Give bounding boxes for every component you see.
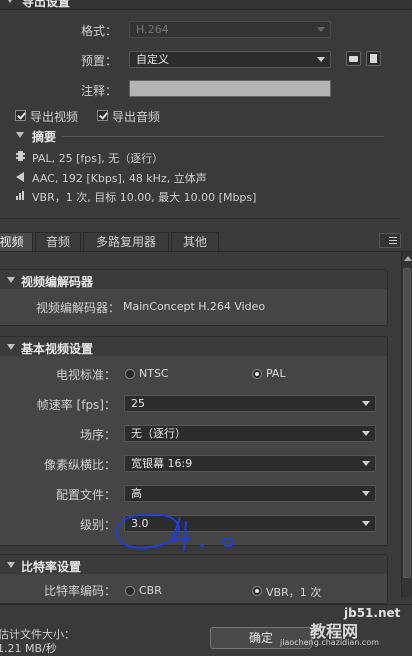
format-label: 格式： [80, 24, 117, 38]
tab-audio[interactable]: 音频 [35, 232, 81, 251]
film-icon [16, 151, 25, 161]
tab-video[interactable]: 视频 [0, 232, 33, 251]
summary-toggle-icon[interactable] [16, 132, 24, 138]
field-order-select[interactable]: 无（逐行） [124, 425, 376, 442]
save-preset-button[interactable] [346, 51, 361, 66]
export-video-label: 导出视频 [30, 110, 79, 124]
frame-rate-label: 帧速率 [fps]： [36, 398, 116, 412]
import-preset-button[interactable] [366, 51, 381, 66]
profile-select[interactable]: 高 [124, 485, 376, 502]
export-video-checkbox[interactable] [15, 110, 26, 121]
handwritten-annotation [115, 512, 234, 552]
scrollbar[interactable] [401, 252, 412, 597]
preset-select[interactable]: 自定义 [129, 51, 331, 68]
chevron-down-icon [362, 401, 370, 406]
export-settings-header: 导出设置 [0, 0, 412, 10]
ok-button-label: 确定 [248, 631, 273, 645]
field-order-value: 无（逐行） [131, 427, 186, 440]
speaker-icon [16, 172, 24, 182]
watermark: jb51.net 教程网 jiaocheng.chazidian.com [280, 606, 412, 648]
chevron-down-icon[interactable] [6, 0, 14, 3]
watermark-url: jiaocheng.chazidian.com [280, 638, 380, 647]
format-select[interactable]: H.264 [129, 21, 331, 38]
tab-video-label: 视频 [0, 235, 24, 249]
field-order-label: 场序： [79, 428, 116, 442]
vbr-label: VBR，1 次 [266, 586, 322, 599]
tab-multiplexer[interactable]: 多路复用器 [83, 232, 169, 251]
preset-label: 预置： [80, 54, 117, 68]
pixel-aspect-value: 宽银幕 16:9 [131, 457, 193, 470]
basic-video-section-title: 基本视频设置 [21, 342, 94, 356]
export-settings-title: 导出设置 [22, 0, 71, 9]
codec-value: MainConcept H.264 Video [123, 300, 266, 313]
chevron-down-icon [362, 491, 370, 496]
collapse-icon[interactable] [7, 344, 15, 350]
chevron-down-icon [317, 27, 325, 32]
pixel-aspect-label: 像素纵横比： [43, 458, 116, 472]
estimated-size-value: 1.21 MB/秒 [0, 642, 57, 655]
ink-dot [200, 544, 204, 548]
collapse-icon[interactable] [7, 277, 15, 283]
tv-standard-label: 电视标准： [55, 368, 116, 382]
comment-field[interactable] [129, 80, 331, 97]
comment-label: 注释： [80, 84, 117, 98]
menu-icon [389, 237, 397, 244]
pal-radio[interactable] [252, 369, 262, 379]
frame-rate-value: 25 [131, 397, 145, 410]
ink-circle [115, 512, 180, 549]
summary-audio-text: AAC, 192 [Kbps], 48 kHz, 立体声 [32, 172, 207, 185]
cbr-label: CBR [139, 584, 162, 597]
profile-label: 配置文件： [55, 488, 116, 502]
scroll-up-icon[interactable] [404, 256, 412, 261]
chevron-down-icon [362, 431, 370, 436]
bitrate-encoding-label: 比特率编码： [43, 584, 116, 598]
scrollbar-thumb[interactable] [403, 268, 411, 578]
bitrate-bars-icon [16, 191, 26, 200]
summary-label: 摘要 [32, 130, 57, 144]
ink-four [170, 516, 192, 552]
bitrate-section-title: 比特率设置 [21, 560, 82, 574]
summary-video-text: PAL, 25 [fps], 无（逐行） [32, 152, 164, 165]
chevron-down-icon [362, 461, 370, 466]
ntsc-label: NTSC [139, 367, 169, 380]
ntsc-radio[interactable] [125, 369, 135, 379]
tab-bar-line [0, 251, 412, 252]
vbr-radio[interactable] [252, 586, 262, 596]
collapse-icon[interactable] [7, 562, 15, 568]
frame-rate-select[interactable]: 25 [124, 395, 376, 412]
tab-other-label: 其他 [182, 235, 207, 249]
tab-multiplexer-label: 多路复用器 [95, 235, 156, 249]
panel-menu-button[interactable] [379, 233, 401, 248]
preset-value: 自定义 [136, 53, 169, 66]
export-audio-label: 导出音频 [112, 110, 161, 124]
export-audio-checkbox[interactable] [97, 110, 108, 121]
tab-audio-label: 音频 [45, 235, 70, 249]
chevron-down-icon [317, 57, 325, 62]
folder-icon [349, 56, 358, 62]
section-divider [0, 218, 400, 219]
disk-icon [370, 54, 377, 63]
ink-zero [222, 537, 234, 547]
cbr-radio[interactable] [125, 586, 135, 596]
pixel-aspect-select[interactable]: 宽银幕 16:9 [124, 455, 376, 472]
codec-label: 视频编解码器： [36, 301, 121, 315]
format-value: H.264 [136, 23, 169, 36]
level-label: 级别： [79, 518, 116, 532]
video-codec-panel: 视频编解码器 视频编解码器： MainConcept H.264 Video [0, 269, 388, 326]
pal-label: PAL [266, 367, 286, 380]
chevron-down-icon [362, 521, 370, 526]
video-codec-section-title: 视频编解码器 [21, 275, 94, 289]
summary-bitrate-text: VBR，1 次, 目标 10.00, 最大 10.00 [Mbps] [32, 191, 257, 204]
tab-other[interactable]: 其他 [171, 232, 219, 251]
summary-divider [62, 136, 384, 137]
profile-value: 高 [131, 487, 142, 500]
